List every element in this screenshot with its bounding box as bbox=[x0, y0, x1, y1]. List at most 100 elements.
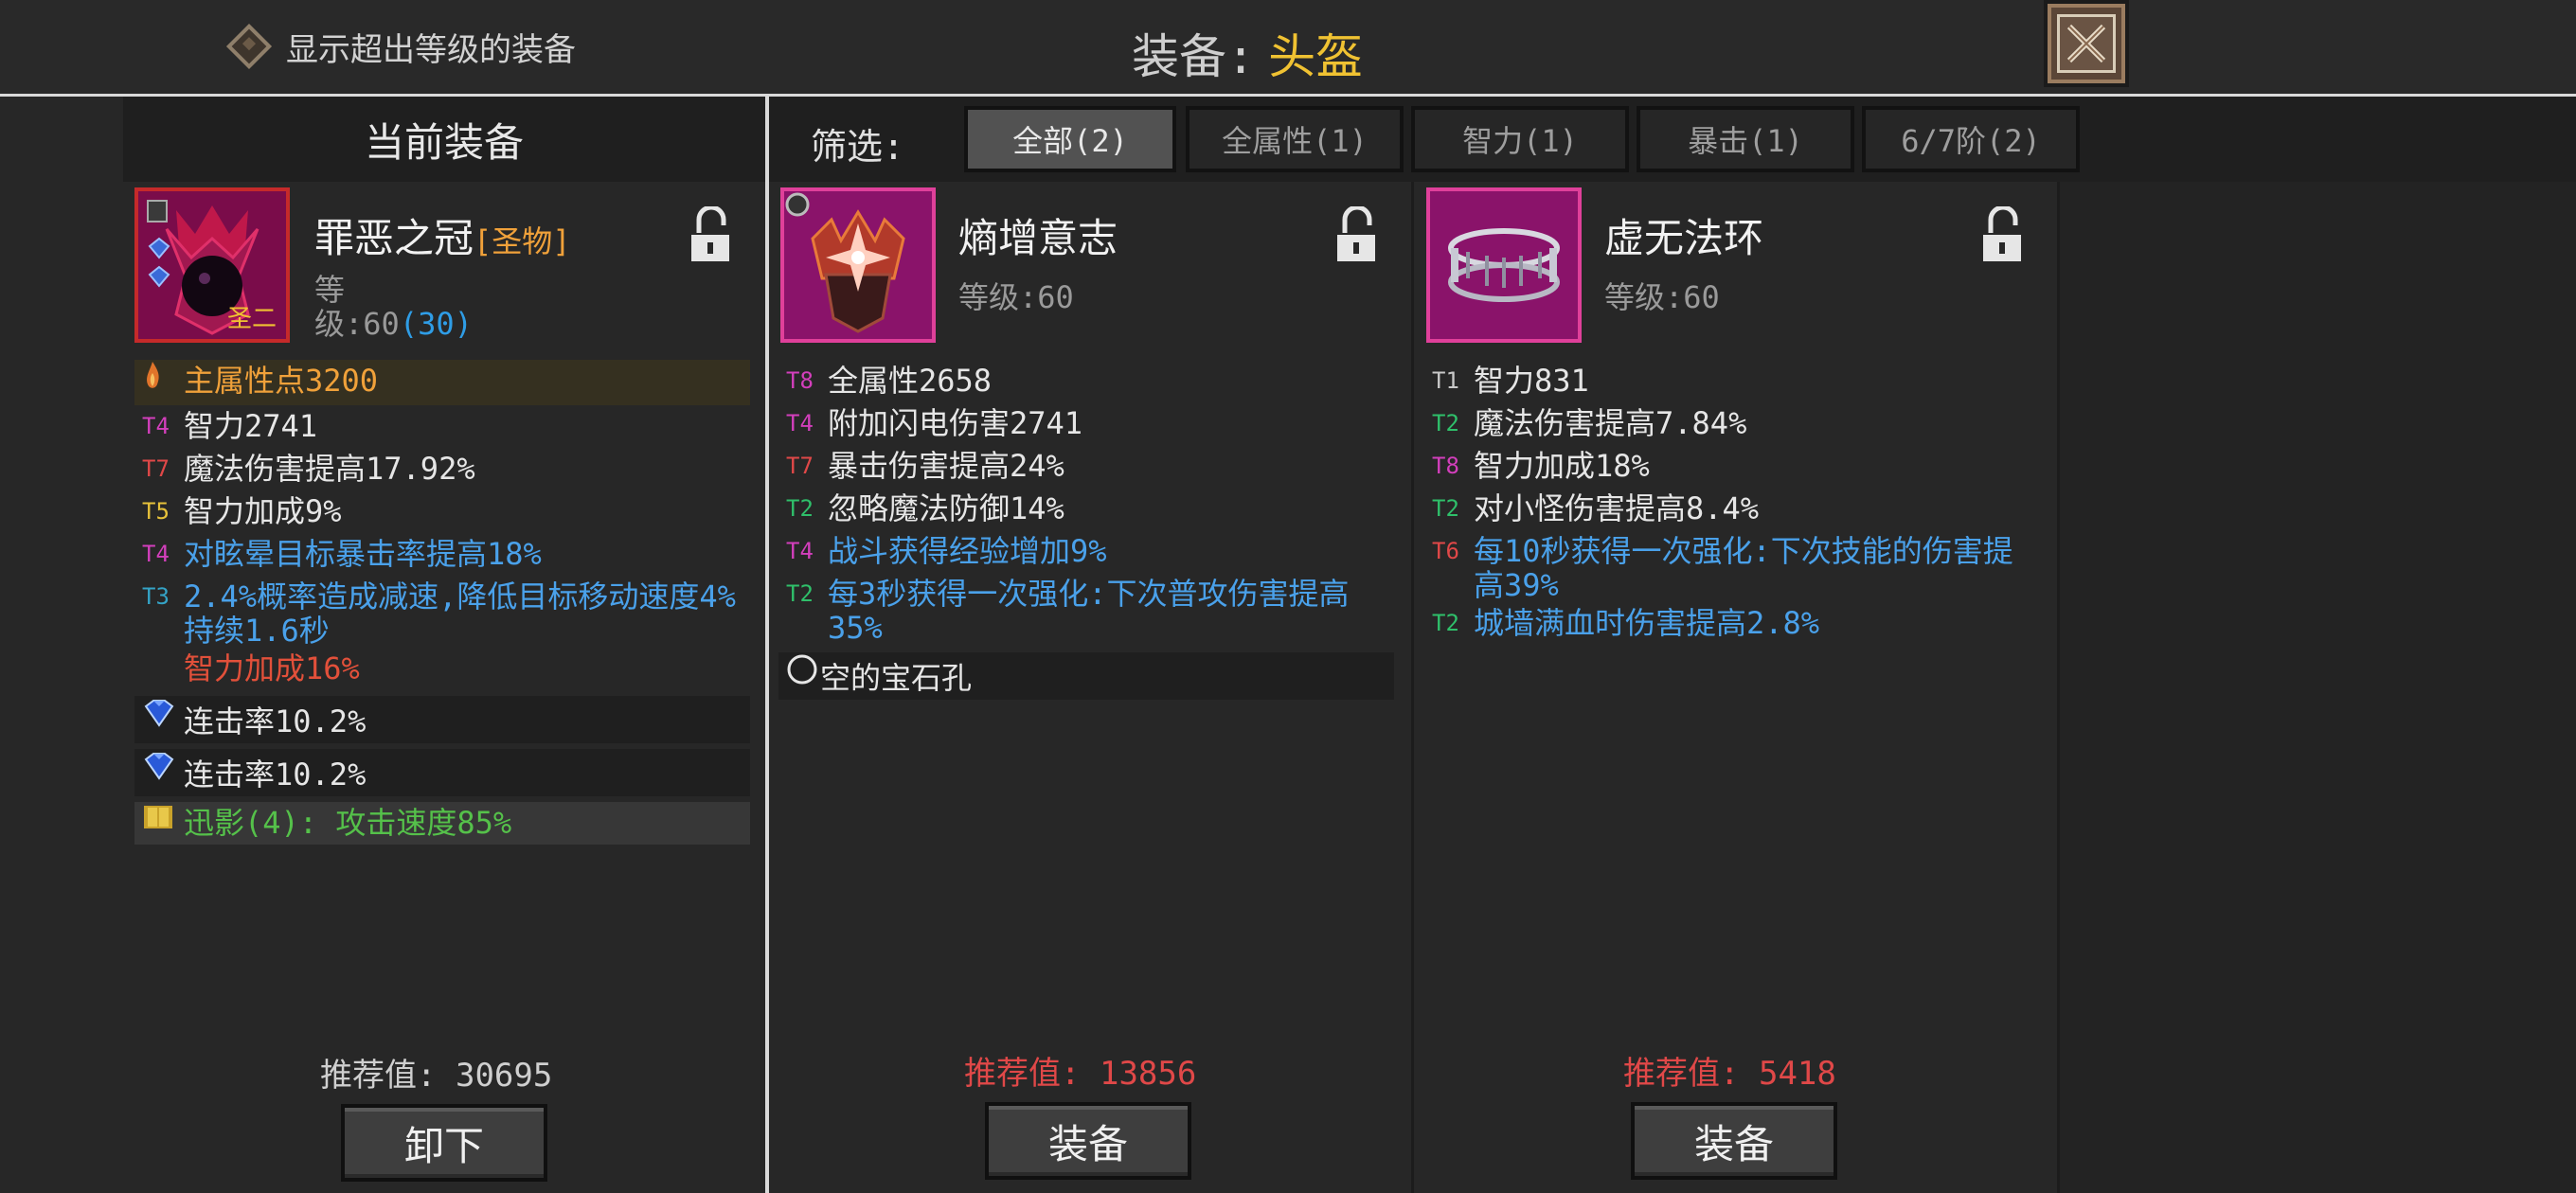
attr-row: T8 全属性2658 bbox=[778, 360, 1394, 402]
candidate-attr-list: T1 智力831 T2 魔法伤害提高7.84% T8 智力加成18% T2 对小怪伤害提高8.… bbox=[1424, 360, 2040, 645]
diamond-checkbox-icon[interactable] bbox=[225, 23, 273, 70]
page-title: 装备: 头盔 bbox=[1132, 19, 1363, 87]
filter-chip-all[interactable]: 全部(2) bbox=[964, 106, 1176, 172]
attr-row: T5 智力加成9% bbox=[134, 490, 750, 533]
attr-text: 忽略魔法防御14% bbox=[828, 490, 1064, 526]
main-attr-text: 主属性点3200 bbox=[184, 363, 379, 399]
current-equipment-header: 当前装备 bbox=[123, 97, 765, 182]
attr-row: T3 2.4%概率造成减速,降低目标移动速度4%持续1.6秒 bbox=[134, 576, 750, 648]
level-line-1: 等 bbox=[314, 272, 346, 308]
candidate-level: 等级:60 bbox=[1604, 279, 1720, 315]
slot-name: 头盔 bbox=[1268, 29, 1364, 84]
attr-text: 暴击伤害提高24% bbox=[828, 448, 1064, 484]
attr-text: 智力2741 bbox=[184, 408, 318, 444]
attr-text: 智力加成18% bbox=[1474, 448, 1650, 484]
attr-text: 全属性2658 bbox=[828, 363, 993, 399]
attr-text: 对小怪伤害提高8.4% bbox=[1474, 490, 1760, 526]
attr-text: 每10秒获得一次强化:下次技能的伤害提高39% bbox=[1474, 533, 2013, 603]
attr-row: T4 智力2741 bbox=[134, 405, 750, 448]
attr-tier: T8 bbox=[1432, 453, 1459, 479]
filter-chip-all-attr[interactable]: 全属性(1) bbox=[1186, 106, 1404, 172]
attr-tier: T6 bbox=[1432, 538, 1459, 564]
gem-row[interactable]: 连击率10.2% bbox=[134, 696, 750, 743]
attr-row: T7 暴击伤害提高24% bbox=[778, 445, 1394, 488]
current-item-name: 罪恶之冠[圣物] bbox=[314, 206, 571, 264]
attr-row: T1 智力831 bbox=[1424, 360, 2040, 402]
recommend-value: 13856 bbox=[1099, 1055, 1197, 1093]
unequip-button[interactable]: 卸下 bbox=[341, 1104, 547, 1182]
show-over-level-toggle[interactable]: 显示超出等级的装备 bbox=[225, 21, 576, 72]
ring-item-icon bbox=[1426, 187, 1582, 343]
attr-text: 智力加成16% bbox=[184, 650, 360, 686]
recommend-label: 推荐值: bbox=[1623, 1055, 1740, 1093]
filter-chip-crit[interactable]: 暴击(1) bbox=[1637, 106, 1854, 172]
candidate-attr-list: T8 全属性2658 T4 附加闪电伤害2741 T7 暴击伤害提高24% T2 忽略魔法防御… bbox=[778, 360, 1394, 700]
gem-text: 连击率10.2% bbox=[184, 703, 367, 739]
unlock-icon[interactable] bbox=[689, 205, 733, 263]
gem-row[interactable]: 连击率10.2% bbox=[134, 749, 750, 796]
attr-row: T4 对眩晕目标暴击率提高18% bbox=[134, 533, 750, 576]
set-book-icon bbox=[134, 802, 184, 844]
attr-tier: T8 bbox=[786, 367, 814, 394]
attr-tier: T4 bbox=[786, 410, 814, 436]
attr-row: T2 每3秒获得一次强化:下次普攻伤害提高35% bbox=[778, 573, 1394, 645]
attr-row: T2 魔法伤害提高7.84% bbox=[1424, 402, 2040, 445]
candidate-name: 熵增意志 bbox=[958, 215, 1118, 261]
filter-chip-tier[interactable]: 6/7阶(2) bbox=[1862, 106, 2080, 172]
candidate-recommend: 推荐值: 5418 bbox=[1623, 1047, 1836, 1094]
filter-label: 筛选: bbox=[811, 126, 904, 168]
column-separator bbox=[1411, 182, 1414, 1193]
attr-row: 智力加成16% bbox=[134, 648, 750, 690]
set-bonus-row: 迅影(4): 攻击速度85% bbox=[134, 802, 750, 845]
attr-text: 对眩晕目标暴击率提高18% bbox=[184, 536, 542, 572]
empty-socket-text: 空的宝石孔 bbox=[820, 660, 973, 696]
current-recommend: 推荐值: 30695 bbox=[320, 1049, 552, 1095]
set-bonus-text: 迅影(4): 攻击速度85% bbox=[184, 805, 512, 841]
attr-text: 2.4%概率造成减速,降低目标移动速度4%持续1.6秒 bbox=[184, 579, 736, 649]
attr-row: T2 城墙满血时伤害提高2.8% bbox=[1424, 602, 2040, 645]
attr-text: 每3秒获得一次强化:下次普攻伤害提高35% bbox=[828, 576, 1350, 646]
close-button[interactable] bbox=[2044, 0, 2129, 87]
level-sub: (30) bbox=[399, 306, 473, 342]
candidate-column-1: 熵增意志 等级:60 T8 全属性2658 T4 附加闪电伤害2741 T7 暴击伤害提高… bbox=[769, 182, 1413, 1193]
recommend-value: 30695 bbox=[455, 1057, 553, 1095]
candidate-recommend: 推荐值: 13856 bbox=[964, 1047, 1196, 1094]
attr-row: T8 智力加成18% bbox=[1424, 445, 2040, 488]
attr-text: 附加闪电伤害2741 bbox=[828, 405, 1083, 441]
empty-socket-row[interactable]: 空的宝石孔 bbox=[778, 652, 1394, 700]
close-icon bbox=[2057, 14, 2116, 73]
empty-column-area bbox=[2060, 182, 2576, 1193]
attr-tier: T7 bbox=[786, 453, 814, 479]
unlock-icon[interactable] bbox=[1981, 205, 2025, 263]
recommend-label: 推荐值: bbox=[964, 1055, 1081, 1093]
candidate-column-2: 虚无法环 等级:60 T1 智力831 T2 魔法伤害提高7.84% T8 智力加成18%… bbox=[1415, 182, 2059, 1193]
current-item-level: 等 级:60(30) bbox=[314, 273, 473, 341]
top-bar: 显示超出等级的装备 装备: 头盔 bbox=[0, 0, 2576, 97]
attr-tier: T2 bbox=[786, 580, 814, 607]
level-line-2: 级:60 bbox=[314, 306, 400, 342]
candidate-level: 等级:60 bbox=[958, 279, 1074, 315]
gem-text: 连击率10.2% bbox=[184, 757, 367, 792]
relic-badge: 圣二 bbox=[227, 305, 277, 333]
filter-bar: 筛选: 全部(2) 全属性(1) 智力(1) 暴击(1) 6/7阶(2) bbox=[769, 97, 2576, 182]
current-attr-list: 主属性点3200 T4 智力2741 T7 魔法伤害提高17.92% T5 智力加成9% T… bbox=[134, 360, 750, 845]
unlock-icon[interactable] bbox=[1335, 205, 1379, 263]
main-attr-row: 主属性点3200 bbox=[134, 360, 750, 405]
attr-tier: T5 bbox=[142, 498, 170, 525]
attr-tier: T4 bbox=[786, 538, 814, 564]
attr-text: 智力加成9% bbox=[184, 493, 342, 529]
equip-button[interactable]: 装备 bbox=[985, 1102, 1191, 1180]
attr-tier: T2 bbox=[1432, 495, 1459, 522]
current-item-title: 罪恶之冠 bbox=[314, 215, 474, 261]
attr-text: 智力831 bbox=[1474, 363, 1589, 399]
attr-row: T2 对小怪伤害提高8.4% bbox=[1424, 488, 2040, 530]
attr-tier: T7 bbox=[142, 455, 170, 482]
attr-text: 战斗获得经验增加9% bbox=[828, 533, 1107, 569]
filter-chip-int[interactable]: 智力(1) bbox=[1411, 106, 1629, 172]
attr-row: T7 魔法伤害提高17.92% bbox=[134, 448, 750, 490]
candidate-name: 虚无法环 bbox=[1604, 215, 1764, 261]
recommend-value: 5418 bbox=[1758, 1055, 1836, 1093]
attr-tier: T2 bbox=[786, 495, 814, 522]
helm-item-icon bbox=[780, 187, 936, 343]
equip-button[interactable]: 装备 bbox=[1631, 1102, 1837, 1180]
